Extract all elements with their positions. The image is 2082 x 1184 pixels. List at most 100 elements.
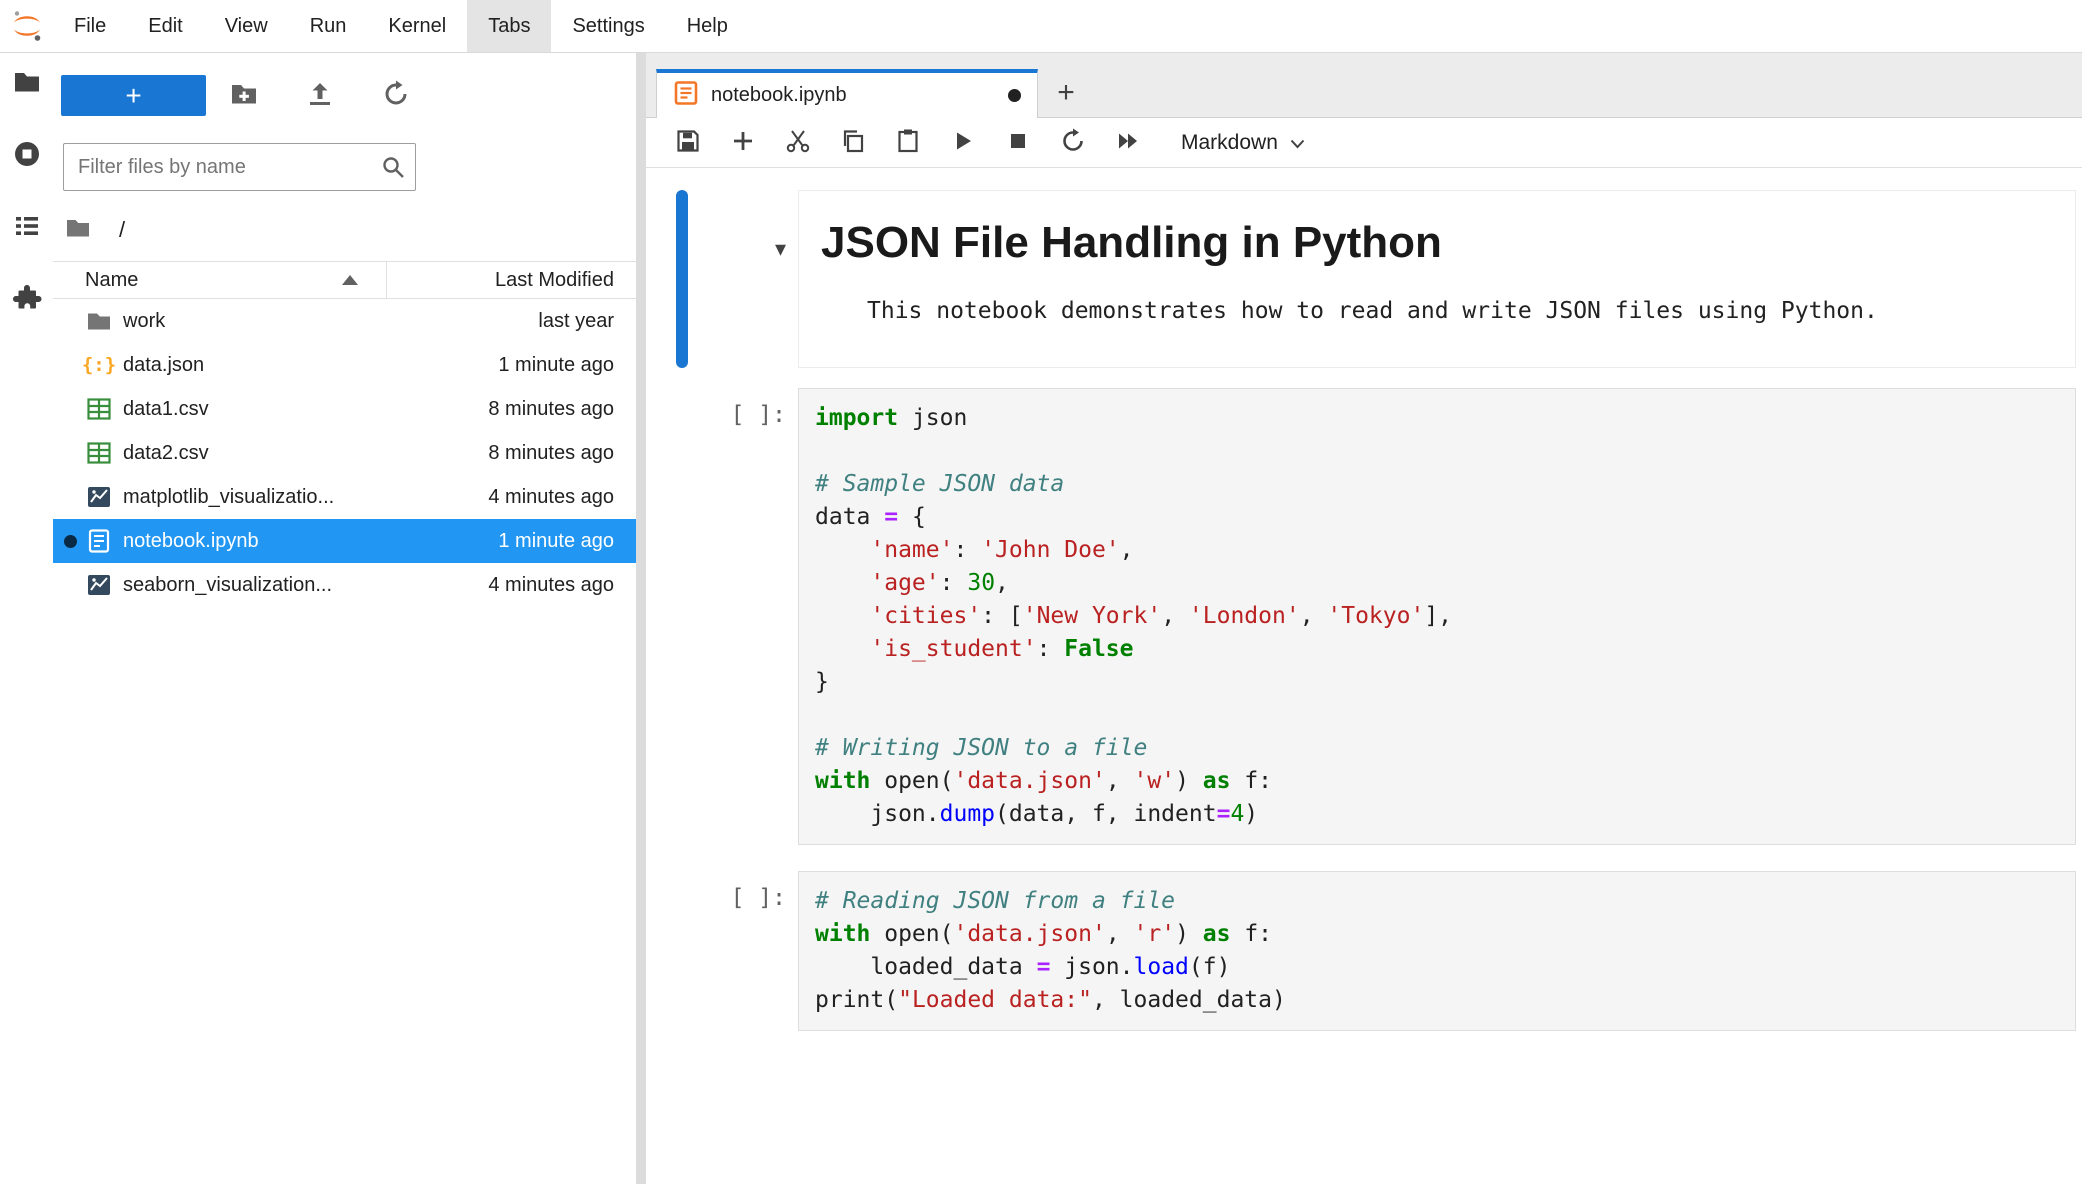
file-name: seaborn_visualization... <box>123 574 386 597</box>
breadcrumb-root[interactable]: / <box>119 217 125 243</box>
file-row-matplotlib-visualization[interactable]: matplotlib_visualizatio... 4 minutes ago <box>53 475 636 519</box>
restart-run-all-button[interactable] <box>1100 118 1155 168</box>
heading-collapse-caret[interactable]: ▾ <box>688 190 798 368</box>
panel-splitter[interactable] <box>636 53 646 1184</box>
notebook-file-icon <box>85 527 113 555</box>
tab-title: notebook.ipynb <box>711 84 996 107</box>
refresh-file-list-button[interactable] <box>358 75 434 116</box>
scissors-icon <box>785 128 811 157</box>
new-tab-button[interactable]: + <box>1038 68 1094 117</box>
file-name: data1.csv <box>123 398 386 421</box>
paste-icon <box>895 128 921 157</box>
restart-kernel-button[interactable] <box>1045 118 1100 168</box>
file-modified: 4 minutes ago <box>386 486 636 509</box>
menu-item-run[interactable]: Run <box>289 0 368 52</box>
file-row-seaborn-visualization[interactable]: seaborn_visualization... 4 minutes ago <box>53 563 636 607</box>
markdown-cell[interactable]: ▾ JSON File Handling in Python This note… <box>676 190 2076 368</box>
cell-prompt: [ ]: <box>688 388 798 845</box>
folder-icon <box>85 307 113 335</box>
file-modified: 1 minute ago <box>386 530 636 553</box>
file-row-data-json[interactable]: {:} data.json 1 minute ago <box>53 343 636 387</box>
menu-item-view[interactable]: View <box>204 0 289 52</box>
extensions-tab-icon[interactable] <box>12 283 42 313</box>
running-sessions-tab-icon[interactable] <box>12 139 42 169</box>
unsaved-changes-dot[interactable] <box>1008 89 1021 102</box>
chevron-down-icon <box>1290 131 1305 155</box>
file-list-header: Name Last Modified <box>53 261 636 299</box>
cell-type-dropdown[interactable]: Markdown <box>1169 118 1317 168</box>
upload-icon <box>306 80 334 111</box>
menu-item-tabs[interactable]: Tabs <box>467 0 551 52</box>
save-button[interactable] <box>660 118 715 168</box>
menu-item-edit[interactable]: Edit <box>127 0 203 52</box>
run-cell-button[interactable] <box>935 118 990 168</box>
copy-icon <box>840 128 866 157</box>
file-modified: 1 minute ago <box>386 354 636 377</box>
file-row-data1-csv[interactable]: data1.csv 8 minutes ago <box>53 387 636 431</box>
cell-collapser[interactable] <box>676 388 688 845</box>
code-editor[interactable]: import json# Sample JSON datadata = { 'n… <box>798 388 2076 845</box>
file-row-notebook-ipynb[interactable]: notebook.ipynb 1 minute ago <box>53 519 636 563</box>
home-folder-icon[interactable] <box>65 215 91 246</box>
left-sidebar <box>0 53 53 1184</box>
jupyterlab-app: File Edit View Run Kernel Tabs Settings … <box>0 0 2082 1184</box>
file-filter <box>63 143 416 191</box>
tab-notebook-ipynb[interactable]: notebook.ipynb <box>656 69 1038 118</box>
cell-type-value: Markdown <box>1181 131 1278 155</box>
notebook-toolbar: Markdown <box>646 118 2082 168</box>
menu-item-settings[interactable]: Settings <box>551 0 665 52</box>
file-name: data.json <box>123 354 386 377</box>
file-name: matplotlib_visualizatio... <box>123 486 386 509</box>
notebook-content: ▾ JSON File Handling in Python This note… <box>646 168 2082 1184</box>
code-cell-1[interactable]: [ ]: import json# Sample JSON datadata =… <box>676 388 2076 845</box>
interrupt-kernel-button[interactable] <box>990 118 1045 168</box>
cell-collapser[interactable] <box>676 871 688 1031</box>
code-cell-2[interactable]: [ ]: # Reading JSON from a filewith open… <box>676 871 2076 1031</box>
file-browser-tab-icon[interactable] <box>12 67 42 97</box>
sort-by-modified-header[interactable]: Last Modified <box>386 262 636 298</box>
cut-cells-button[interactable] <box>770 118 825 168</box>
breadcrumb: / <box>65 215 636 245</box>
file-listing: work last year {:} data.json 1 minute ag… <box>53 299 636 1184</box>
markdown-heading: JSON File Handling in Python <box>821 217 2053 270</box>
save-icon <box>675 128 701 157</box>
markdown-rendered-body[interactable]: JSON File Handling in Python This notebo… <box>798 190 2076 368</box>
menu-item-kernel[interactable]: Kernel <box>367 0 467 52</box>
play-icon <box>950 128 976 157</box>
dock-tab-bar: notebook.ipynb + <box>646 53 2082 118</box>
spreadsheet-file-icon <box>85 395 113 423</box>
file-name: work <box>123 310 386 333</box>
menu-item-help[interactable]: Help <box>666 0 749 52</box>
file-modified: 8 minutes ago <box>386 442 636 465</box>
new-folder-icon <box>230 80 258 111</box>
running-indicator-dot <box>64 535 77 548</box>
file-row-data2-csv[interactable]: data2.csv 8 minutes ago <box>53 431 636 475</box>
refresh-icon <box>382 80 410 111</box>
upload-button[interactable] <box>282 75 358 116</box>
filter-files-input[interactable] <box>63 143 416 191</box>
plus-icon <box>730 128 756 157</box>
cell-collapser[interactable] <box>676 190 688 368</box>
json-file-icon: {:} <box>85 351 113 379</box>
image-file-icon <box>85 571 113 599</box>
menu-item-file[interactable]: File <box>53 0 127 52</box>
cell-prompt: [ ]: <box>688 871 798 1031</box>
new-launcher-button[interactable]: + <box>61 75 206 116</box>
workspace-body: + <box>0 53 2082 1184</box>
new-folder-button[interactable] <box>206 75 282 116</box>
paste-cells-button[interactable] <box>880 118 935 168</box>
sort-ascending-icon <box>342 275 358 285</box>
jupyter-logo-icon <box>0 0 53 52</box>
sort-by-name-header[interactable]: Name <box>53 262 386 298</box>
restart-icon <box>1060 128 1086 157</box>
insert-cell-button[interactable] <box>715 118 770 168</box>
copy-cells-button[interactable] <box>825 118 880 168</box>
file-row-work[interactable]: work last year <box>53 299 636 343</box>
file-browser-toolbar: + <box>53 53 636 116</box>
image-file-icon <box>85 483 113 511</box>
table-of-contents-tab-icon[interactable] <box>12 211 42 241</box>
code-editor[interactable]: # Reading JSON from a filewith open('dat… <box>798 871 2076 1031</box>
fast-forward-icon <box>1115 128 1141 157</box>
notebook-tab-icon <box>673 80 699 111</box>
menu-bar: File Edit View Run Kernel Tabs Settings … <box>0 0 2082 53</box>
